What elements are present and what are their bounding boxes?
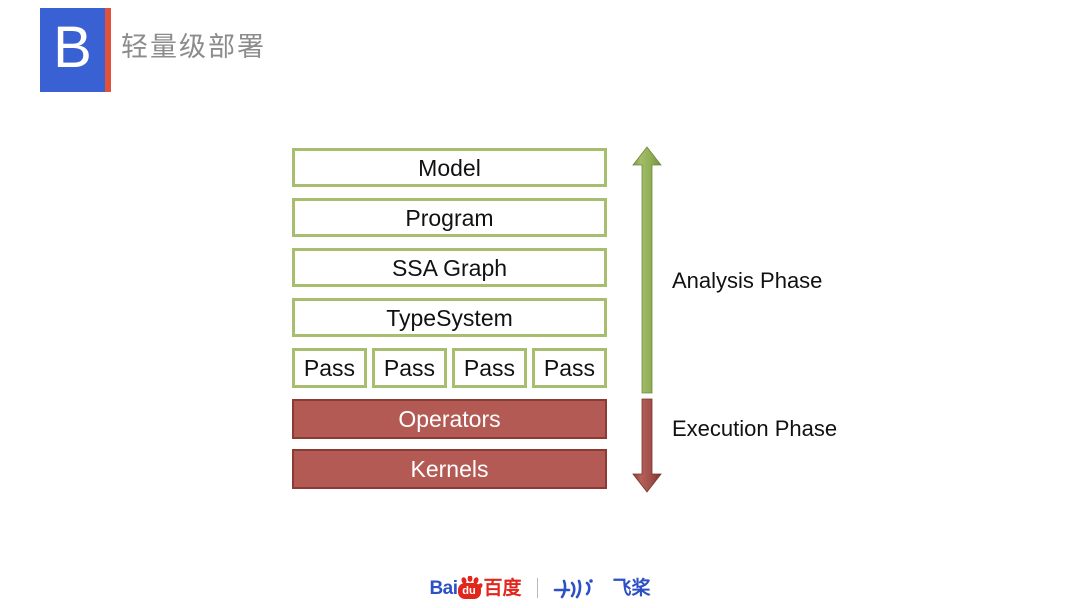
pass-row: Pass Pass Pass Pass (292, 348, 607, 388)
pass-box: Pass (532, 348, 607, 388)
stack-box-label: Operators (398, 406, 501, 432)
stack-box-label: Model (418, 154, 481, 181)
footer-logos: Bai du 百度 飞桨 (0, 572, 1080, 604)
pass-box: Pass (372, 348, 447, 388)
arrow-down-icon (632, 398, 662, 493)
stack-box-label: Program (405, 204, 494, 231)
phase-label-analysis: Analysis Phase (672, 268, 823, 293)
stack-box-model: Model (292, 148, 607, 187)
pass-box: Pass (292, 348, 367, 388)
pass-box-label: Pass (463, 355, 516, 381)
stack-box-label: TypeSystem (386, 304, 513, 331)
stack-box-label: Kernels (410, 456, 489, 482)
architecture-diagram: Model Program SSA Graph TypeSystem Pass … (0, 0, 1080, 608)
baidu-paw-icon: du (457, 576, 483, 600)
pass-box-label: Pass (383, 355, 436, 381)
baidu-logo-du: du (457, 583, 481, 599)
stack-box-typesystem: TypeSystem (292, 298, 607, 337)
stack-box-program: Program (292, 198, 607, 237)
paddle-logo-hanzi: 飞桨 (612, 577, 651, 599)
pass-box-label: Pass (543, 355, 596, 381)
pass-box: Pass (452, 348, 527, 388)
paddlepaddle-logo: 飞桨 (553, 577, 651, 599)
arrow-up-icon (632, 146, 662, 394)
stack-box-label: SSA Graph (391, 254, 508, 281)
baidu-logo: Bai du 百度 (429, 575, 522, 601)
logo-divider (536, 578, 538, 598)
stack-box-operators: Operators (292, 399, 607, 439)
baidu-logo-latin: Bai (429, 577, 458, 599)
pass-box-label: Pass (303, 355, 356, 381)
stack-box-ssa-graph: SSA Graph (292, 248, 607, 287)
stack-box-kernels: Kernels (292, 449, 607, 489)
phase-label-execution: Execution Phase (672, 416, 838, 441)
baidu-logo-hanzi: 百度 (483, 577, 522, 599)
paddle-mark-icon (553, 579, 593, 599)
